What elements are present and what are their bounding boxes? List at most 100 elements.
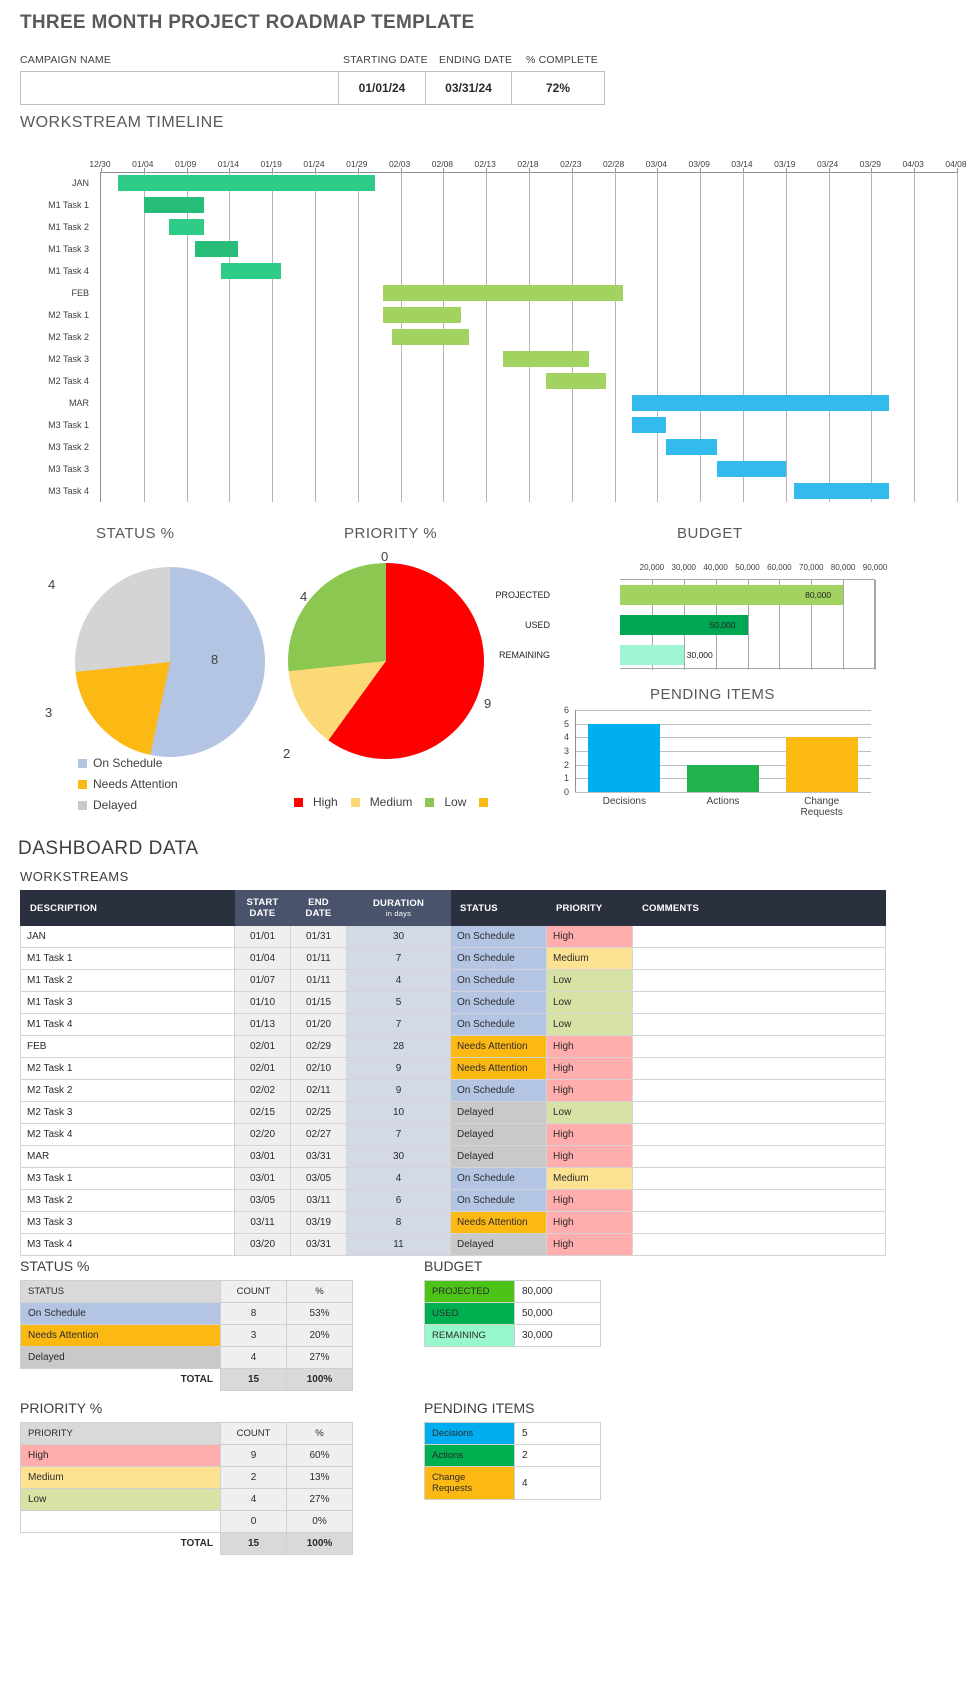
cell-duration[interactable]: 9 — [346, 1057, 451, 1080]
priority-row[interactable]: Medium 2 13% — [20, 1466, 353, 1489]
priority-row-pct[interactable]: 60% — [286, 1444, 353, 1467]
budget-row-label[interactable]: PROJECTED — [424, 1280, 515, 1303]
table-row[interactable]: M1 Task 4 01/13 01/20 7 On Schedule Low — [20, 1013, 886, 1036]
cell-start-date[interactable]: 01/10 — [234, 991, 291, 1014]
table-row[interactable]: M1 Task 3 01/10 01/15 5 On Schedule Low — [20, 991, 886, 1014]
cell-start-date[interactable]: 01/04 — [234, 947, 291, 970]
cell-start-date[interactable]: 02/01 — [234, 1035, 291, 1058]
cell-status[interactable]: On Schedule — [450, 947, 547, 970]
cell-start-date[interactable]: 02/20 — [234, 1123, 291, 1146]
cell-status[interactable]: On Schedule — [450, 969, 547, 992]
pending-row-value[interactable]: 2 — [514, 1444, 601, 1467]
cell-status[interactable]: On Schedule — [450, 1167, 547, 1190]
cell-duration[interactable]: 8 — [346, 1211, 451, 1234]
pending-row[interactable]: Actions 2 — [424, 1444, 601, 1467]
cell-status[interactable]: Delayed — [450, 1123, 547, 1146]
cell-duration[interactable]: 10 — [346, 1101, 451, 1124]
status-row-pct[interactable]: 53% — [286, 1302, 353, 1325]
cell-start-date[interactable]: 03/20 — [234, 1233, 291, 1256]
cell-duration[interactable]: 5 — [346, 991, 451, 1014]
cell-start-date[interactable]: 01/13 — [234, 1013, 291, 1036]
table-row[interactable]: M2 Task 1 02/01 02/10 9 Needs Attention High — [20, 1057, 886, 1080]
cell-status[interactable]: On Schedule — [450, 1013, 547, 1036]
priority-row[interactable]: 0 0% — [20, 1510, 353, 1533]
table-row[interactable]: FEB 02/01 02/29 28 Needs Attention High — [20, 1035, 886, 1058]
cell-priority[interactable]: Low — [546, 1013, 633, 1036]
pending-row-value[interactable]: 5 — [514, 1422, 601, 1445]
cell-status[interactable]: On Schedule — [450, 991, 547, 1014]
cell-comments[interactable] — [632, 1013, 886, 1036]
table-row[interactable]: M1 Task 1 01/04 01/11 7 On Schedule Medium — [20, 947, 886, 970]
cell-comments[interactable] — [632, 1101, 886, 1124]
pending-row[interactable]: Decisions 5 — [424, 1422, 601, 1445]
cell-priority[interactable]: Low — [546, 991, 633, 1014]
cell-status[interactable]: On Schedule — [450, 925, 547, 948]
cell-description[interactable]: M3 Task 4 — [20, 1233, 235, 1256]
priority-row-count[interactable]: 0 — [220, 1510, 287, 1533]
status-row-label[interactable]: On Schedule — [20, 1302, 221, 1325]
budget-row-value[interactable]: 50,000 — [514, 1302, 601, 1325]
cell-priority[interactable]: High — [546, 1211, 633, 1234]
cell-description[interactable]: M1 Task 3 — [20, 991, 235, 1014]
cell-description[interactable]: M1 Task 1 — [20, 947, 235, 970]
cell-start-date[interactable]: 02/01 — [234, 1057, 291, 1080]
cell-description[interactable]: M3 Task 1 — [20, 1167, 235, 1190]
cell-comments[interactable] — [632, 1145, 886, 1168]
priority-row-label[interactable] — [20, 1510, 221, 1533]
budget-row[interactable]: REMAINING 30,000 — [424, 1324, 601, 1347]
cell-description[interactable]: M2 Task 4 — [20, 1123, 235, 1146]
cell-end-date[interactable]: 03/31 — [290, 1233, 347, 1256]
status-row-pct[interactable]: 20% — [286, 1324, 353, 1347]
pending-row-label[interactable]: Decisions — [424, 1422, 515, 1445]
cell-comments[interactable] — [632, 1035, 886, 1058]
cell-description[interactable]: M2 Task 2 — [20, 1079, 235, 1102]
cell-comments[interactable] — [632, 1189, 886, 1212]
cell-description[interactable]: M1 Task 2 — [20, 969, 235, 992]
cell-priority[interactable]: Low — [546, 1101, 633, 1124]
table-row[interactable]: M3 Task 2 03/05 03/11 6 On Schedule High — [20, 1189, 886, 1212]
budget-row-value[interactable]: 80,000 — [514, 1280, 601, 1303]
table-row[interactable]: JAN 01/01 01/31 30 On Schedule High — [20, 925, 886, 948]
cell-comments[interactable] — [632, 1211, 886, 1234]
status-row-count[interactable]: 8 — [220, 1302, 287, 1325]
campaign-name-input[interactable] — [21, 72, 338, 104]
budget-row-label[interactable]: REMAINING — [424, 1324, 515, 1347]
cell-end-date[interactable]: 02/10 — [290, 1057, 347, 1080]
pending-row-label[interactable]: Change Requests — [424, 1466, 515, 1500]
cell-priority[interactable]: High — [546, 1145, 633, 1168]
cell-description[interactable]: M2 Task 3 — [20, 1101, 235, 1124]
priority-row-pct[interactable]: 27% — [286, 1488, 353, 1511]
cell-status[interactable]: Delayed — [450, 1233, 547, 1256]
starting-date-value[interactable]: 01/01/24 — [338, 72, 425, 104]
cell-duration[interactable]: 4 — [346, 1167, 451, 1190]
cell-description[interactable]: M3 Task 3 — [20, 1211, 235, 1234]
priority-row-label[interactable]: Medium — [20, 1466, 221, 1489]
cell-start-date[interactable]: 03/01 — [234, 1167, 291, 1190]
cell-status[interactable]: On Schedule — [450, 1079, 547, 1102]
cell-comments[interactable] — [632, 1123, 886, 1146]
priority-row-pct[interactable]: 13% — [286, 1466, 353, 1489]
cell-comments[interactable] — [632, 1079, 886, 1102]
cell-end-date[interactable]: 01/15 — [290, 991, 347, 1014]
cell-description[interactable]: M2 Task 1 — [20, 1057, 235, 1080]
status-row[interactable]: On Schedule 8 53% — [20, 1302, 353, 1325]
status-row[interactable]: Delayed 4 27% — [20, 1346, 353, 1369]
table-row[interactable]: MAR 03/01 03/31 30 Delayed High — [20, 1145, 886, 1168]
status-row-label[interactable]: Needs Attention — [20, 1324, 221, 1347]
cell-comments[interactable] — [632, 925, 886, 948]
cell-end-date[interactable]: 01/20 — [290, 1013, 347, 1036]
table-row[interactable]: M2 Task 3 02/15 02/25 10 Delayed Low — [20, 1101, 886, 1124]
cell-status[interactable]: On Schedule — [450, 1189, 547, 1212]
cell-comments[interactable] — [632, 947, 886, 970]
cell-start-date[interactable]: 02/02 — [234, 1079, 291, 1102]
cell-status[interactable]: Delayed — [450, 1101, 547, 1124]
status-row-count[interactable]: 3 — [220, 1324, 287, 1347]
cell-comments[interactable] — [632, 969, 886, 992]
cell-duration[interactable]: 7 — [346, 1123, 451, 1146]
cell-description[interactable]: JAN — [20, 925, 235, 948]
cell-end-date[interactable]: 03/05 — [290, 1167, 347, 1190]
cell-status[interactable]: Needs Attention — [450, 1211, 547, 1234]
status-row-pct[interactable]: 27% — [286, 1346, 353, 1369]
cell-duration[interactable]: 28 — [346, 1035, 451, 1058]
status-row[interactable]: Needs Attention 3 20% — [20, 1324, 353, 1347]
